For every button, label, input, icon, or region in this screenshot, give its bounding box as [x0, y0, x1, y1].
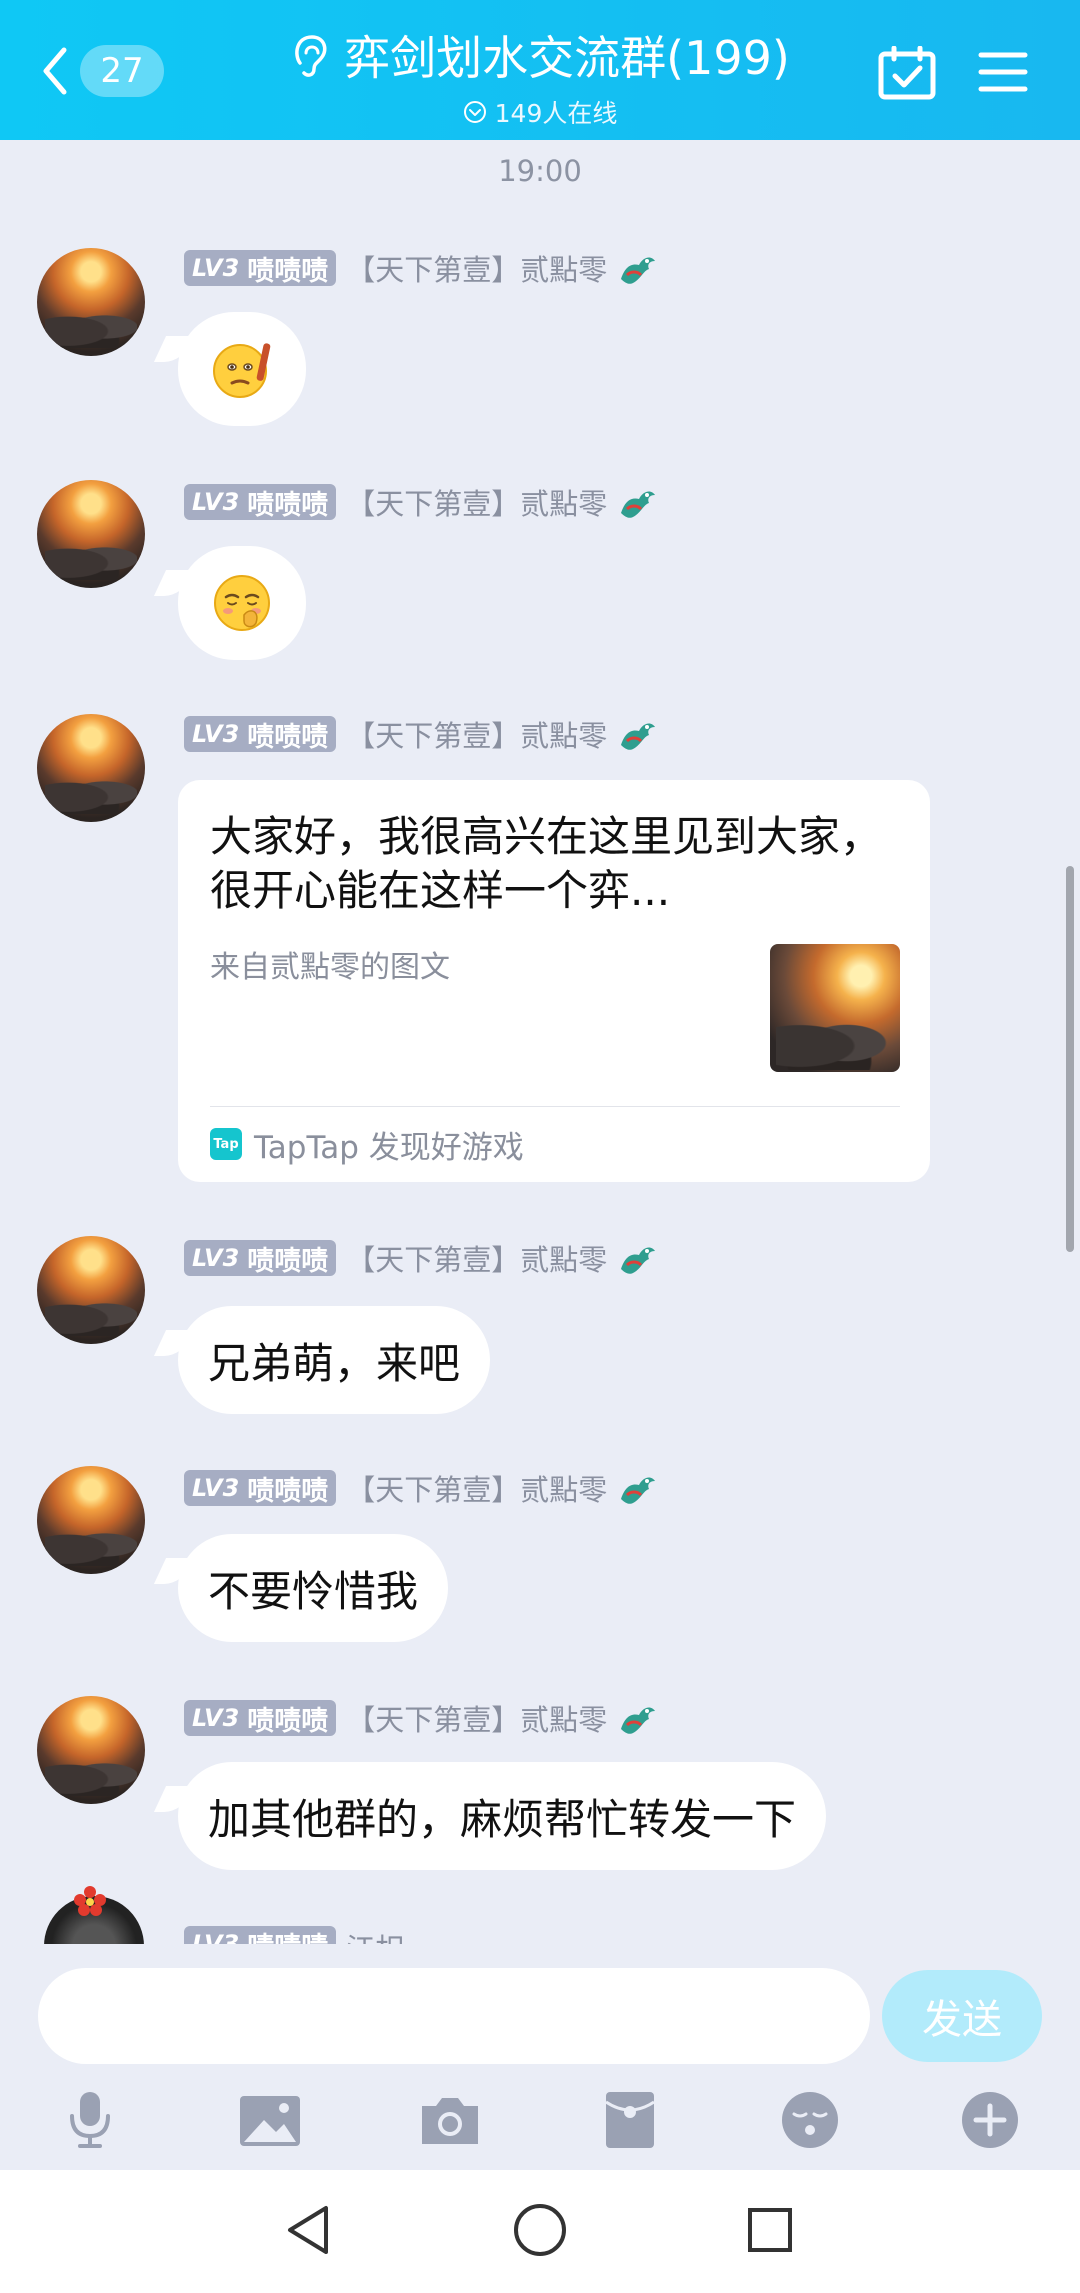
partial-sender-line: LV3啧啧啧 江枳 — [184, 1926, 404, 1944]
avatar[interactable] — [37, 714, 145, 822]
calendar-check-icon[interactable] — [878, 46, 936, 100]
emoji-message-bubble[interactable] — [178, 312, 306, 426]
dragon-badge-icon — [621, 1477, 656, 1504]
chat-header: 27 弈剑划水交流群(199) 149人在线 — [0, 0, 1080, 140]
sender-name[interactable]: 江枳 — [346, 1926, 404, 1944]
chevron-left-icon — [43, 47, 67, 95]
sender-line: LV3 啧啧啧 【天下第壹】贰點零 — [184, 482, 657, 522]
level-badge: LV3啧啧啧 — [184, 1470, 337, 1507]
card-app-name: TapTap 发现好游戏 — [254, 1129, 524, 1166]
card-source: 来自贰點零的图文 — [210, 950, 450, 985]
sender-name[interactable]: 【天下第壹】贰點零 — [346, 481, 607, 523]
text-message-bubble[interactable]: 兄弟萌，来吧 — [178, 1306, 491, 1414]
sender-name[interactable]: 【天下第壹】贰點零 — [346, 1697, 607, 1739]
sender-line: LV3 啧啧啧 【天下第壹】贰點零 — [184, 1468, 657, 1508]
input-toolbar — [0, 2088, 1080, 2164]
home-circle-icon[interactable] — [510, 2200, 570, 2260]
salute-emoji-icon — [213, 343, 271, 398]
shared-post-card[interactable]: 大家好，我很高兴在这里见到大家，很开心能在这样一个弈... 来自贰點零的图文 T… — [178, 780, 930, 1182]
send-button[interactable]: 发送 — [882, 1970, 1042, 2062]
camera-icon[interactable] — [418, 2088, 482, 2152]
card-text: 大家好，我很高兴在这里见到大家，很开心能在这样一个弈... — [210, 812, 883, 915]
dragon-badge-icon — [621, 491, 656, 518]
back-button[interactable]: 27 — [40, 40, 170, 102]
dragon-badge-icon — [621, 1247, 656, 1274]
dragon-badge-icon — [621, 723, 656, 750]
timestamp: 19:00 — [498, 154, 582, 188]
level-badge: LV3啧啧啧 — [184, 1700, 337, 1737]
red-envelope-icon[interactable] — [598, 2088, 662, 2152]
menu-icon[interactable] — [978, 50, 1028, 94]
level-badge: LV3啧啧啧 — [184, 250, 337, 287]
level-badge: LV3啧啧啧 — [184, 1240, 337, 1277]
emoji-message-bubble[interactable] — [178, 546, 306, 660]
level-badge: LV3啧啧啧 — [184, 716, 337, 753]
sender-line: LV3 啧啧啧 【天下第壹】贰點零 — [184, 1238, 657, 1278]
sender-name[interactable]: 【天下第壹】贰點零 — [346, 247, 607, 289]
text-message-bubble[interactable]: 加其他群的，麻烦帮忙转发一下 — [178, 1762, 827, 1870]
chat-title-area[interactable]: 弈剑划水交流群(199) 149人在线 — [270, 22, 810, 130]
sender-line: LV3 啧啧啧 【天下第壹】贰點零 — [184, 1698, 657, 1738]
picture-icon[interactable] — [238, 2088, 302, 2152]
text-message-bubble[interactable]: 不要怜惜我 — [178, 1534, 449, 1642]
avatar[interactable] — [37, 248, 145, 356]
ear-icon — [295, 35, 327, 77]
plus-icon[interactable] — [958, 2088, 1022, 2152]
sender-name[interactable]: 【天下第壹】贰點零 — [346, 713, 607, 755]
emoji-icon[interactable] — [778, 2088, 842, 2152]
avatar[interactable] — [37, 1466, 145, 1574]
shy-emoji-icon — [214, 575, 270, 631]
system-nav-bar — [0, 2170, 1080, 2293]
recents-square-icon[interactable] — [740, 2200, 800, 2260]
card-divider — [210, 1106, 900, 1107]
avatar[interactable] — [37, 1236, 145, 1344]
card-thumbnail — [770, 944, 900, 1072]
online-check-icon — [463, 101, 486, 123]
avatar[interactable] — [37, 480, 145, 588]
online-status: 149人在线 — [270, 94, 810, 130]
online-count: 149人在线 — [494, 99, 618, 128]
sender-name[interactable]: 【天下第壹】贰點零 — [346, 1237, 607, 1279]
sender-line: LV3 啧啧啧 【天下第壹】贰點零 — [184, 248, 657, 288]
input-area: 发送 — [0, 1944, 1080, 2170]
dragon-badge-icon — [621, 257, 656, 284]
group-title: 弈剑划水交流群(199) — [344, 31, 790, 85]
sender-name[interactable]: 【天下第壹】贰點零 — [346, 1467, 607, 1509]
microphone-icon[interactable] — [58, 2088, 122, 2152]
card-footer: Tap TapTap 发现好游戏 — [210, 1120, 524, 1168]
level-badge: LV3啧啧啧 — [184, 1926, 337, 1944]
sender-line: LV3 啧啧啧 【天下第壹】贰點零 — [184, 714, 657, 754]
message-input[interactable] — [38, 1968, 870, 2064]
unread-count-badge: 27 — [80, 45, 164, 97]
scrollbar[interactable] — [1066, 866, 1074, 1252]
avatar[interactable] — [37, 1696, 145, 1804]
taptap-icon: Tap — [210, 1128, 242, 1160]
level-badge: LV3啧啧啧 — [184, 484, 337, 521]
dragon-badge-icon — [621, 1707, 656, 1734]
back-triangle-icon[interactable] — [280, 2200, 340, 2260]
flower-icon — [74, 1886, 106, 1916]
